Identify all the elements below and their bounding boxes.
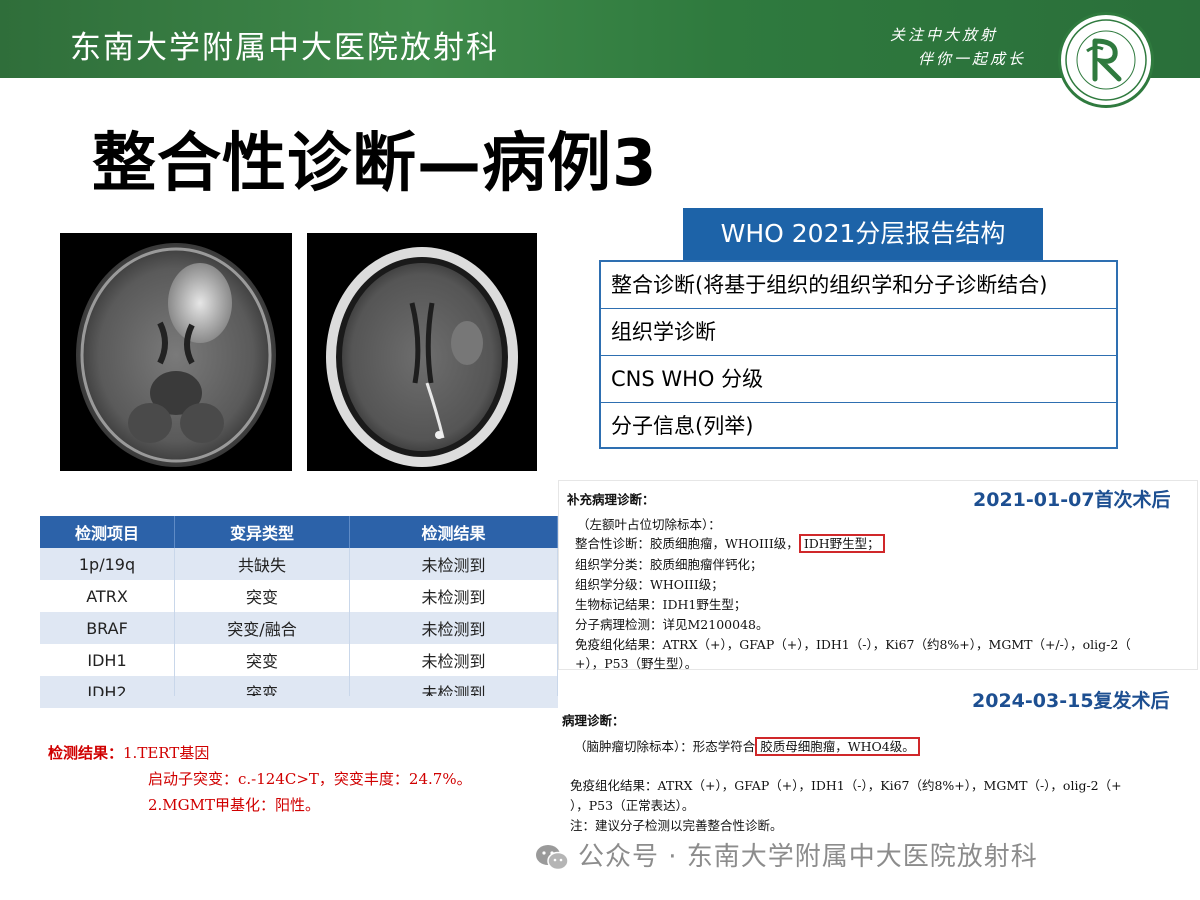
- report2-line2: 免疫组化结果：ATRX（+），GFAP（+），IDH1（-），Ki67（约8%+…: [570, 778, 1122, 793]
- who-row-molecular: 分子信息(列举): [611, 414, 754, 438]
- cell-result: 未检测到: [349, 580, 558, 612]
- detection-line1: 检测结果：1.TERT基因: [48, 742, 209, 763]
- detection-line2: 启动子突变：c.-124C>T，突变丰度：24.7%。: [148, 770, 472, 788]
- who-structure-header: WHO 2021分层报告结构: [683, 208, 1043, 260]
- department-logo: [1058, 12, 1154, 108]
- detection-tert: 1.TERT基因: [123, 744, 210, 762]
- report1-idh-highlight: IDH野生型；: [798, 534, 885, 553]
- mri-flair-image: [60, 233, 292, 471]
- who-row-histology: 组织学诊断: [601, 309, 1116, 356]
- slogan-line2: 伴你一起成长: [918, 50, 1027, 68]
- cell-type: 突变: [174, 644, 350, 676]
- watermark-text: 公众号 · 东南大学附属中大医院放射科: [578, 842, 1038, 872]
- col-header-item: 检测项目: [40, 516, 175, 548]
- table-header-row: 检测项目 变异类型 检测结果: [40, 516, 558, 548]
- who-structure-box: 整合诊断(将基于组织的组织学和分子诊断结合) 组织学诊断 CNS WHO 分级 …: [599, 260, 1118, 449]
- header-title: 东南大学附属中大医院放射科: [70, 30, 499, 66]
- report2-date: 2024-03-15复发术后: [972, 690, 1170, 712]
- table-footer-band: [40, 696, 558, 708]
- cell-type: 突变: [174, 580, 350, 612]
- report1-date: 2021-01-07首次术后: [973, 489, 1171, 511]
- report1-line3: 组织学分类：胶质细胞瘤伴钙化；: [575, 557, 763, 572]
- who-row-grade: CNS WHO 分级: [601, 356, 1116, 403]
- cell-result: 未检测到: [349, 548, 558, 580]
- report1-line6: 分子病理检测：详见M2100048。: [575, 617, 769, 632]
- pathology-report-recurrence: 2024-03-15复发术后 病理诊断： （脑肿瘤切除标本）：形态学符合 胶质母细…: [558, 690, 1198, 838]
- detection-label: 检测结果：: [48, 744, 124, 762]
- report2-line3: ），P53（正常表达）。: [570, 798, 695, 813]
- report1-line1: （左额叶占位切除标本）：: [577, 517, 721, 532]
- report1-line7: 免疫组化结果：ATRX（+），GFAP（+），IDH1（-），Ki67（约8%+…: [575, 637, 1131, 652]
- detection-line3: 2.MGMT甲基化：阳性。: [148, 796, 321, 814]
- cell-item: BRAF: [40, 612, 175, 644]
- report2-morphology: （脑肿瘤切除标本）：形态学符合: [574, 739, 756, 754]
- slogan-line1: 关注中大放射: [890, 26, 999, 44]
- report1-heading: 补充病理诊断：: [567, 492, 655, 507]
- table-row: 1p/19q 共缺失 未检测到: [40, 548, 558, 580]
- cell-item: 1p/19q: [40, 548, 175, 580]
- report2-line4: 注：建议分子检测以完善整合性诊断。: [570, 818, 783, 833]
- pathology-report-first: 2021-01-07首次术后 补充病理诊断： （左额叶占位切除标本）： 整合性诊…: [558, 480, 1198, 671]
- col-header-type: 变异类型: [174, 516, 350, 548]
- who-row-integrated: 整合诊断(将基于组织的组织学和分子诊断结合): [601, 262, 1116, 309]
- report2-gbm-highlight: 胶质母细胞瘤，WHO4级。: [755, 737, 920, 756]
- mri-contrast-image: [307, 233, 537, 471]
- table-row: IDH1 突变 未检测到: [40, 644, 558, 676]
- report1-line8: +），P53（野生型）。: [575, 656, 698, 671]
- cell-type: 突变/融合: [174, 612, 350, 644]
- header-banner: 东南大学附属中大医院放射科 关注中大放射 伴你一起成长: [0, 0, 1200, 78]
- report1-line5: 生物标记结果：IDH1野生型；: [575, 597, 747, 612]
- watermark: 公众号 · 东南大学附属中大医院放射科: [534, 836, 1038, 873]
- wechat-icon: [534, 843, 570, 873]
- cell-item: ATRX: [40, 580, 175, 612]
- table-row: ATRX 突变 未检测到: [40, 580, 558, 612]
- report2-heading: 病理诊断：: [562, 713, 625, 728]
- report1-line2: 整合性诊断：胶质细胞瘤，WHOIII级， IDH野生型；: [575, 533, 885, 553]
- cell-result: 未检测到: [349, 644, 558, 676]
- report1-integrated: 整合性诊断：胶质细胞瘤，WHOIII级，: [575, 536, 799, 551]
- mutation-table: 检测项目 变异类型 检测结果 1p/19q 共缺失 未检测到 ATRX 突变 未…: [40, 516, 558, 708]
- cell-result: 未检测到: [349, 612, 558, 644]
- table-row: BRAF 突变/融合 未检测到: [40, 612, 558, 644]
- report1-line4: 组织学分级：WHOIII级；: [575, 577, 724, 592]
- col-header-result: 检测结果: [349, 516, 558, 548]
- cell-type: 共缺失: [174, 548, 350, 580]
- cell-item: IDH1: [40, 644, 175, 676]
- page-title: 整合性诊断—病例3: [92, 127, 658, 201]
- report2-line1: （脑肿瘤切除标本）：形态学符合 胶质母细胞瘤，WHO4级。: [574, 736, 920, 756]
